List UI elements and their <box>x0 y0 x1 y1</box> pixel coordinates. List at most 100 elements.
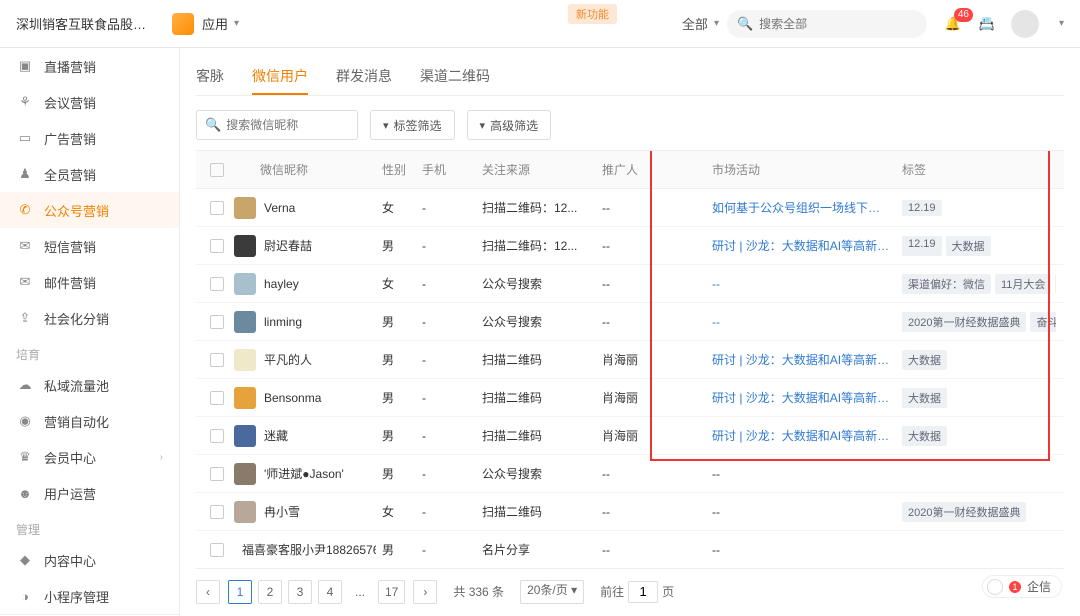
sidebar-item[interactable]: ♛会员中心› <box>0 439 179 475</box>
phone: - <box>416 315 476 329</box>
promoter: -- <box>596 201 706 215</box>
avatar <box>234 463 256 485</box>
promoter: 肖海丽 <box>596 427 706 444</box>
sidebar-item[interactable]: ⇪社会化分销 <box>0 300 179 336</box>
page-num[interactable]: 2 <box>258 580 282 604</box>
sidebar-item[interactable]: ▣直播营销 <box>0 48 179 84</box>
nickname: hayley <box>264 277 299 291</box>
row-checkbox[interactable] <box>210 277 224 291</box>
tag: 12.19 <box>902 200 942 216</box>
nickname: 冉小雪 <box>264 503 300 520</box>
sidebar-item[interactable]: ✉邮件营销 <box>0 264 179 300</box>
sidebar-item[interactable]: ◆内容中心 <box>0 542 179 578</box>
sidebar-item[interactable]: ☁私域流量池 <box>0 367 179 403</box>
global-search[interactable]: 🔍 <box>727 10 927 38</box>
sidebar-item-label: 社会化分销 <box>44 309 109 328</box>
next-page[interactable]: › <box>413 580 437 604</box>
sidebar-item-label: 直播营销 <box>44 57 96 76</box>
nick-search[interactable]: 🔍 <box>196 110 358 140</box>
pagination: ‹ 1234...17 › 共 336 条 20条/页 ▾ 前往 页 <box>196 568 1064 608</box>
table-row[interactable]: Verna女-扫描二维码：12...--如何基于公众号组织一场线下会议12.19 <box>196 189 1064 227</box>
activity[interactable]: 研讨 | 沙龙：大数据和AI等高新技... <box>706 427 896 444</box>
table-row[interactable]: linming男-公众号搜索----2020第一财经数据盛典奋斗… <box>196 303 1064 341</box>
tab[interactable]: 群发消息 <box>336 60 392 95</box>
table-row[interactable]: 尉迟春喆男-扫描二维码：12...--研讨 | 沙龙：大数据和AI等高新技...… <box>196 227 1064 265</box>
phone: - <box>416 239 476 253</box>
activity: -- <box>706 505 896 519</box>
row-checkbox[interactable] <box>210 315 224 329</box>
adv-filter-button[interactable]: ▾高级筛选 <box>467 110 552 140</box>
qixin-label: 企信 <box>1027 578 1051 595</box>
row-checkbox[interactable] <box>210 391 224 405</box>
tag: 大数据 <box>946 236 991 256</box>
table-row[interactable]: Bensonma男-扫描二维码肖海丽研讨 | 沙龙：大数据和AI等高新技...大… <box>196 379 1064 417</box>
avatar <box>234 349 256 371</box>
bell-icon[interactable]: 🔔46 <box>943 14 963 34</box>
prev-page[interactable]: ‹ <box>196 580 220 604</box>
tab[interactable]: 渠道二维码 <box>420 60 490 95</box>
phone: - <box>416 505 476 519</box>
sidebar-group: 培育 <box>0 336 179 367</box>
sidebar-item[interactable]: ☻用户运营 <box>0 475 179 511</box>
chevron-down-icon[interactable]: ▾ <box>1059 18 1064 29</box>
activity[interactable]: -- <box>706 315 896 329</box>
user-avatar[interactable] <box>1011 10 1039 38</box>
activity[interactable]: 研讨 | 沙龙：大数据和AI等高新技... <box>706 237 896 254</box>
tab[interactable]: 微信用户 <box>252 60 308 95</box>
table: 微信昵称性别手机关注来源推广人市场活动标签 Verna女-扫描二维码：12...… <box>196 150 1064 568</box>
tag-filter-button[interactable]: ▾标签筛选 <box>370 110 455 140</box>
row-checkbox[interactable] <box>210 353 224 367</box>
gender: 男 <box>376 237 416 254</box>
source: 扫描二维码 <box>476 503 596 520</box>
content: 客脉微信用户群发消息渠道二维码 🔍 ▾标签筛选 ▾高级筛选 微信昵称性别手机关注… <box>180 48 1080 616</box>
page-num[interactable]: 3 <box>288 580 312 604</box>
row-checkbox[interactable] <box>210 201 224 215</box>
chevron-down-icon[interactable]: ▾ <box>234 18 239 29</box>
sidebar-item[interactable]: ⚘会议营销 <box>0 84 179 120</box>
page-num[interactable]: 17 <box>378 580 405 604</box>
activity[interactable]: 研讨 | 沙龙：大数据和AI等高新技... <box>706 389 896 406</box>
sidebar-item[interactable]: ◉营销自动化 <box>0 403 179 439</box>
scope-select[interactable]: 全部 ▾ <box>682 14 719 33</box>
row-checkbox[interactable] <box>210 505 224 519</box>
sidebar-item[interactable]: ◑小程序管理 <box>0 578 179 614</box>
more-tags[interactable]: … <box>1055 274 1056 294</box>
row-checkbox[interactable] <box>210 543 224 557</box>
app-title[interactable]: 应用 <box>202 14 228 33</box>
row-checkbox[interactable] <box>210 429 224 443</box>
table-row[interactable]: 平凡的人男-扫描二维码肖海丽研讨 | 沙龙：大数据和AI等高新技...大数据 <box>196 341 1064 379</box>
sidebar-item[interactable]: ♟全员营销 <box>0 156 179 192</box>
jump-input[interactable] <box>628 581 658 603</box>
tab[interactable]: 客脉 <box>196 60 224 95</box>
table-row[interactable]: 福喜豪客服小尹18826576...男-名片分享---- <box>196 531 1064 568</box>
promoter: -- <box>596 467 706 481</box>
sidebar-item[interactable]: ✆公众号营销 <box>0 192 179 228</box>
table-row[interactable]: '师进斌●Jason'男-公众号搜索---- <box>196 455 1064 493</box>
qixin-widget[interactable]: 1 企信 <box>982 575 1062 598</box>
page-size-select[interactable]: 20条/页 ▾ <box>520 580 584 604</box>
sidebar-item-icon: ♛ <box>16 449 34 465</box>
page-num[interactable]: 1 <box>228 580 252 604</box>
nickname: 迷藏 <box>264 427 288 444</box>
sidebar-item[interactable]: ▭广告营销 <box>0 120 179 156</box>
sidebar-group: 管理 <box>0 511 179 542</box>
sidebar-item-label: 私域流量池 <box>44 376 109 395</box>
row-checkbox[interactable] <box>210 467 224 481</box>
sidebar-item-icon: ▭ <box>16 130 34 146</box>
activity[interactable]: 如何基于公众号组织一场线下会议 <box>706 199 896 216</box>
table-row[interactable]: 迷藏男-扫描二维码肖海丽研讨 | 沙龙：大数据和AI等高新技...大数据 <box>196 417 1064 455</box>
promoter: -- <box>596 315 706 329</box>
activity[interactable]: -- <box>706 277 896 291</box>
table-row[interactable]: hayley女-公众号搜索----渠道偏好：微信11月大会… <box>196 265 1064 303</box>
sidebar-item-label: 公众号营销 <box>44 201 109 220</box>
table-row[interactable]: 冉小雪女-扫描二维码----2020第一财经数据盛典 <box>196 493 1064 531</box>
activity[interactable]: 研讨 | 沙龙：大数据和AI等高新技... <box>706 351 896 368</box>
global-search-input[interactable] <box>759 17 917 31</box>
row-checkbox[interactable] <box>210 239 224 253</box>
tag: 2020第一财经数据盛典 <box>902 502 1026 522</box>
nick-search-input[interactable] <box>226 118 356 132</box>
page-num[interactable]: 4 <box>318 580 342 604</box>
select-all-checkbox[interactable] <box>210 163 224 177</box>
sidebar-item[interactable]: ✉短信营销 <box>0 228 179 264</box>
inbox-icon[interactable]: 📇 <box>977 14 997 34</box>
